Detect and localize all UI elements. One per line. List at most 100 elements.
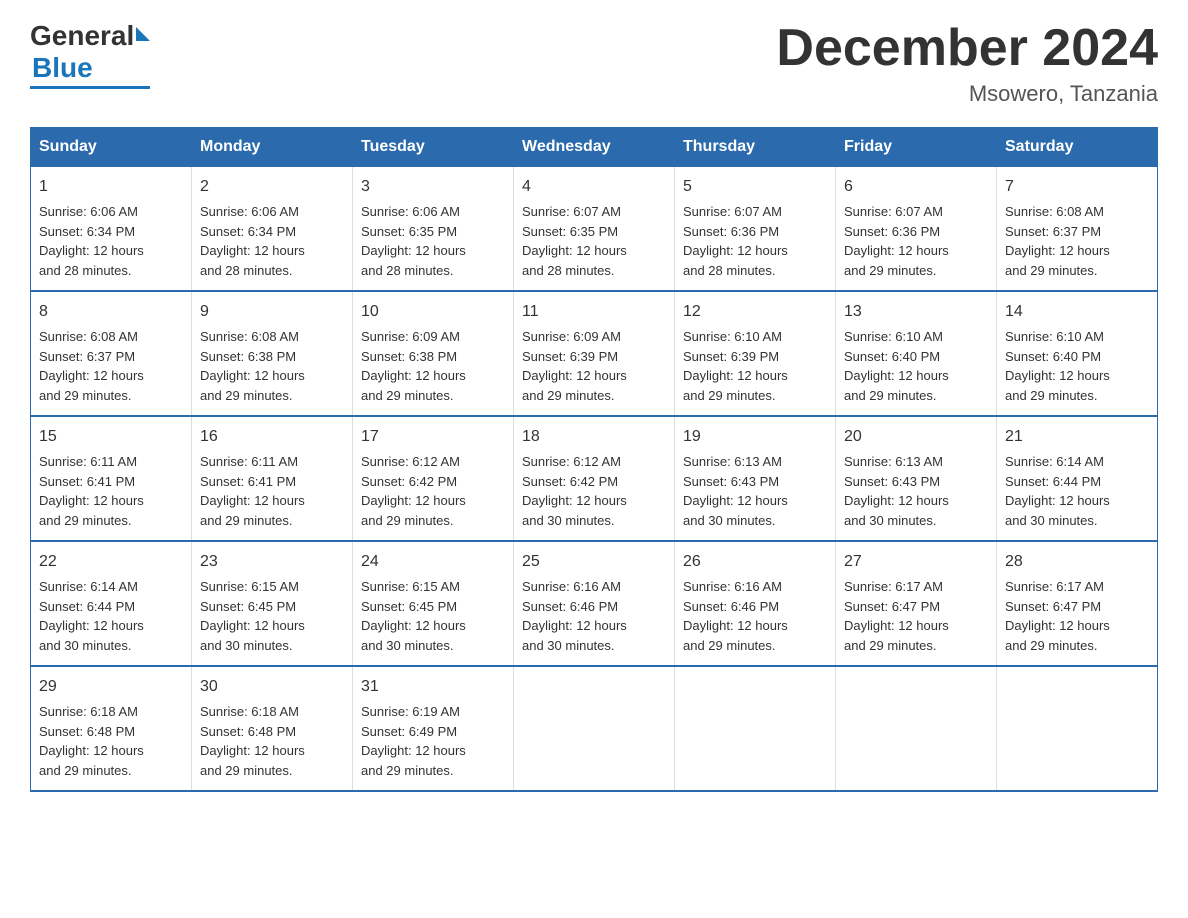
day-number: 9 — [200, 300, 344, 324]
logo: General Blue — [30, 20, 150, 89]
day-cell: 2 Sunrise: 6:06 AMSunset: 6:34 PMDayligh… — [192, 167, 353, 292]
day-cell: 6 Sunrise: 6:07 AMSunset: 6:36 PMDayligh… — [836, 167, 997, 292]
day-cell: 9 Sunrise: 6:08 AMSunset: 6:38 PMDayligh… — [192, 291, 353, 416]
day-cell: 17 Sunrise: 6:12 AMSunset: 6:42 PMDaylig… — [353, 416, 514, 541]
week-row-2: 8 Sunrise: 6:08 AMSunset: 6:37 PMDayligh… — [31, 291, 1158, 416]
day-number: 28 — [1005, 550, 1149, 574]
day-info: Sunrise: 6:13 AMSunset: 6:43 PMDaylight:… — [683, 452, 827, 530]
day-cell: 19 Sunrise: 6:13 AMSunset: 6:43 PMDaylig… — [675, 416, 836, 541]
week-row-5: 29 Sunrise: 6:18 AMSunset: 6:48 PMDaylig… — [31, 666, 1158, 791]
day-info: Sunrise: 6:15 AMSunset: 6:45 PMDaylight:… — [200, 577, 344, 655]
day-number: 11 — [522, 300, 666, 324]
day-number: 15 — [39, 425, 183, 449]
day-cell: 1 Sunrise: 6:06 AMSunset: 6:34 PMDayligh… — [31, 167, 192, 292]
day-cell: 30 Sunrise: 6:18 AMSunset: 6:48 PMDaylig… — [192, 666, 353, 791]
day-cell: 26 Sunrise: 6:16 AMSunset: 6:46 PMDaylig… — [675, 541, 836, 666]
day-number: 23 — [200, 550, 344, 574]
day-info: Sunrise: 6:08 AMSunset: 6:37 PMDaylight:… — [39, 327, 183, 405]
day-cell: 18 Sunrise: 6:12 AMSunset: 6:42 PMDaylig… — [514, 416, 675, 541]
day-number: 19 — [683, 425, 827, 449]
day-number: 17 — [361, 425, 505, 449]
day-cell: 3 Sunrise: 6:06 AMSunset: 6:35 PMDayligh… — [353, 167, 514, 292]
day-number: 22 — [39, 550, 183, 574]
day-info: Sunrise: 6:13 AMSunset: 6:43 PMDaylight:… — [844, 452, 988, 530]
day-info: Sunrise: 6:07 AMSunset: 6:36 PMDaylight:… — [683, 202, 827, 280]
logo-triangle-icon — [136, 27, 150, 41]
day-cell — [997, 666, 1158, 791]
day-info: Sunrise: 6:12 AMSunset: 6:42 PMDaylight:… — [361, 452, 505, 530]
day-info: Sunrise: 6:08 AMSunset: 6:37 PMDaylight:… — [1005, 202, 1149, 280]
day-number: 27 — [844, 550, 988, 574]
week-row-1: 1 Sunrise: 6:06 AMSunset: 6:34 PMDayligh… — [31, 167, 1158, 292]
day-info: Sunrise: 6:08 AMSunset: 6:38 PMDaylight:… — [200, 327, 344, 405]
day-cell: 28 Sunrise: 6:17 AMSunset: 6:47 PMDaylig… — [997, 541, 1158, 666]
header-thursday: Thursday — [675, 128, 836, 167]
day-cell: 16 Sunrise: 6:11 AMSunset: 6:41 PMDaylig… — [192, 416, 353, 541]
day-number: 14 — [1005, 300, 1149, 324]
day-info: Sunrise: 6:16 AMSunset: 6:46 PMDaylight:… — [683, 577, 827, 655]
day-cell: 31 Sunrise: 6:19 AMSunset: 6:49 PMDaylig… — [353, 666, 514, 791]
title-block: December 2024 Msowero, Tanzania — [776, 20, 1158, 107]
day-info: Sunrise: 6:10 AMSunset: 6:39 PMDaylight:… — [683, 327, 827, 405]
header-friday: Friday — [836, 128, 997, 167]
day-info: Sunrise: 6:06 AMSunset: 6:35 PMDaylight:… — [361, 202, 505, 280]
month-title: December 2024 — [776, 20, 1158, 77]
day-number: 10 — [361, 300, 505, 324]
day-cell: 20 Sunrise: 6:13 AMSunset: 6:43 PMDaylig… — [836, 416, 997, 541]
header-wednesday: Wednesday — [514, 128, 675, 167]
day-info: Sunrise: 6:18 AMSunset: 6:48 PMDaylight:… — [39, 702, 183, 780]
day-cell: 5 Sunrise: 6:07 AMSunset: 6:36 PMDayligh… — [675, 167, 836, 292]
day-number: 3 — [361, 175, 505, 199]
location-title: Msowero, Tanzania — [776, 81, 1158, 107]
header-tuesday: Tuesday — [353, 128, 514, 167]
logo-underline — [30, 86, 150, 89]
logo-text: General — [30, 20, 150, 52]
day-cell: 25 Sunrise: 6:16 AMSunset: 6:46 PMDaylig… — [514, 541, 675, 666]
day-number: 24 — [361, 550, 505, 574]
day-info: Sunrise: 6:06 AMSunset: 6:34 PMDaylight:… — [39, 202, 183, 280]
day-info: Sunrise: 6:19 AMSunset: 6:49 PMDaylight:… — [361, 702, 505, 780]
day-number: 1 — [39, 175, 183, 199]
day-number: 26 — [683, 550, 827, 574]
day-cell: 12 Sunrise: 6:10 AMSunset: 6:39 PMDaylig… — [675, 291, 836, 416]
day-cell: 8 Sunrise: 6:08 AMSunset: 6:37 PMDayligh… — [31, 291, 192, 416]
day-number: 20 — [844, 425, 988, 449]
header-sunday: Sunday — [31, 128, 192, 167]
day-number: 31 — [361, 675, 505, 699]
day-cell: 7 Sunrise: 6:08 AMSunset: 6:37 PMDayligh… — [997, 167, 1158, 292]
page-header: General Blue December 2024 Msowero, Tanz… — [30, 20, 1158, 107]
day-info: Sunrise: 6:06 AMSunset: 6:34 PMDaylight:… — [200, 202, 344, 280]
day-number: 18 — [522, 425, 666, 449]
day-cell: 23 Sunrise: 6:15 AMSunset: 6:45 PMDaylig… — [192, 541, 353, 666]
day-info: Sunrise: 6:17 AMSunset: 6:47 PMDaylight:… — [844, 577, 988, 655]
day-cell: 14 Sunrise: 6:10 AMSunset: 6:40 PMDaylig… — [997, 291, 1158, 416]
day-info: Sunrise: 6:18 AMSunset: 6:48 PMDaylight:… — [200, 702, 344, 780]
header-saturday: Saturday — [997, 128, 1158, 167]
day-info: Sunrise: 6:11 AMSunset: 6:41 PMDaylight:… — [200, 452, 344, 530]
day-cell: 11 Sunrise: 6:09 AMSunset: 6:39 PMDaylig… — [514, 291, 675, 416]
day-number: 7 — [1005, 175, 1149, 199]
day-cell: 29 Sunrise: 6:18 AMSunset: 6:48 PMDaylig… — [31, 666, 192, 791]
day-number: 29 — [39, 675, 183, 699]
day-info: Sunrise: 6:14 AMSunset: 6:44 PMDaylight:… — [1005, 452, 1149, 530]
day-cell: 27 Sunrise: 6:17 AMSunset: 6:47 PMDaylig… — [836, 541, 997, 666]
day-info: Sunrise: 6:11 AMSunset: 6:41 PMDaylight:… — [39, 452, 183, 530]
calendar-header-row: SundayMondayTuesdayWednesdayThursdayFrid… — [31, 128, 1158, 167]
day-info: Sunrise: 6:14 AMSunset: 6:44 PMDaylight:… — [39, 577, 183, 655]
day-info: Sunrise: 6:17 AMSunset: 6:47 PMDaylight:… — [1005, 577, 1149, 655]
day-cell: 15 Sunrise: 6:11 AMSunset: 6:41 PMDaylig… — [31, 416, 192, 541]
day-number: 21 — [1005, 425, 1149, 449]
day-info: Sunrise: 6:10 AMSunset: 6:40 PMDaylight:… — [844, 327, 988, 405]
day-number: 30 — [200, 675, 344, 699]
day-number: 6 — [844, 175, 988, 199]
day-cell: 13 Sunrise: 6:10 AMSunset: 6:40 PMDaylig… — [836, 291, 997, 416]
day-info: Sunrise: 6:07 AMSunset: 6:36 PMDaylight:… — [844, 202, 988, 280]
day-cell — [836, 666, 997, 791]
day-number: 16 — [200, 425, 344, 449]
day-cell — [675, 666, 836, 791]
day-cell — [514, 666, 675, 791]
logo-general-text: General — [30, 20, 134, 52]
logo-blue-text: Blue — [32, 52, 93, 84]
day-cell: 22 Sunrise: 6:14 AMSunset: 6:44 PMDaylig… — [31, 541, 192, 666]
calendar-table: SundayMondayTuesdayWednesdayThursdayFrid… — [30, 127, 1158, 792]
